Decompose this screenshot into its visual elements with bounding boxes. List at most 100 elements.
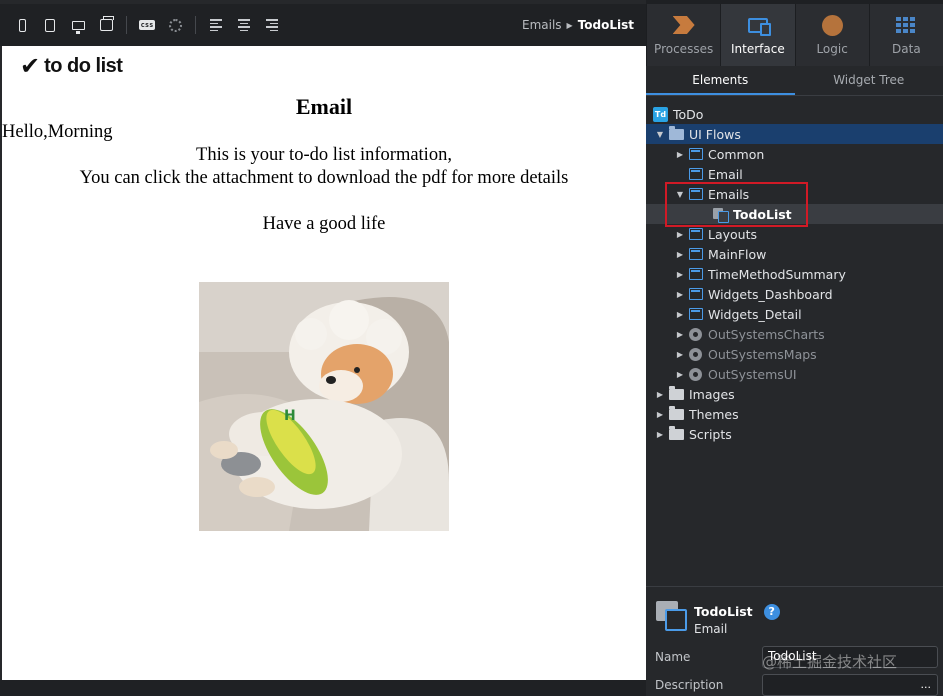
css-icon[interactable]: css	[138, 17, 156, 33]
tree-item-outsystemsui[interactable]: ▶ OutSystemsUI	[646, 364, 943, 384]
tab-label: Data	[892, 42, 921, 56]
tree-label: Widgets_Dashboard	[708, 286, 833, 302]
tree-label: OutSystemsCharts	[708, 326, 825, 342]
tree-item-outsystemsmaps[interactable]: ▶ OutSystemsMaps	[646, 344, 943, 364]
element-tree: Td ToDo ▼ UI Flows ▶ Common Email ▼ Emai…	[646, 104, 943, 444]
toolbar-divider	[195, 16, 196, 34]
tree-item-layouts[interactable]: ▶ Layouts	[646, 224, 943, 244]
caret-right-icon[interactable]: ▶	[655, 430, 665, 439]
description-field[interactable]: ...	[762, 674, 938, 696]
caret-right-icon[interactable]: ▶	[675, 290, 685, 299]
tab-label: Processes	[654, 42, 714, 56]
flow-icon	[689, 188, 703, 200]
tree-label: ToDo	[673, 106, 704, 122]
tree-item-emails[interactable]: ▼ Emails	[646, 184, 943, 204]
tree-item-common[interactable]: ▶ Common	[646, 144, 943, 164]
caret-right-icon[interactable]: ▶	[675, 330, 685, 339]
tree-label: Widgets_Detail	[708, 306, 802, 322]
folder-icon	[669, 425, 684, 440]
gear-icon	[689, 367, 702, 381]
align-left-icon[interactable]	[208, 17, 224, 33]
status-bar	[0, 680, 646, 696]
tablet-preview-icon[interactable]	[42, 17, 58, 33]
caret-right-icon[interactable]: ▶	[675, 150, 685, 159]
interface-icon	[747, 17, 771, 36]
gear-icon	[689, 327, 702, 341]
app-logo: ✔ to do list	[20, 52, 123, 80]
tab-interface[interactable]: Interface	[720, 4, 795, 66]
description-label: Description	[655, 678, 724, 692]
tree-item-mainflow[interactable]: ▶ MainFlow	[646, 244, 943, 264]
tree-item-todolist[interactable]: TodoList	[646, 204, 943, 224]
tree-item-timemethodsummary[interactable]: ▶ TimeMethodSummary	[646, 264, 943, 284]
phone-preview-icon[interactable]	[14, 17, 30, 33]
email-title: Email	[295, 94, 353, 119]
dog-photo[interactable]: H	[199, 282, 449, 531]
toolbar: css Emails ▶ TodoList	[0, 4, 646, 46]
caret-right-icon[interactable]: ▶	[675, 230, 685, 239]
tree-label: Themes	[689, 406, 739, 422]
help-icon[interactable]: ?	[763, 603, 780, 620]
caret-right-icon[interactable]: ▶	[675, 310, 685, 319]
properties-header: TodoList ? Email	[656, 601, 780, 636]
caret-down-icon[interactable]: ▼	[655, 130, 665, 139]
tree-label: MainFlow	[708, 246, 767, 262]
flow-icon	[689, 168, 703, 180]
caret-right-icon[interactable]: ▶	[675, 250, 685, 259]
right-panel: Processes Interface Logic Data Elements …	[646, 4, 943, 696]
folder-icon	[669, 385, 684, 400]
subtab-elements[interactable]: Elements	[646, 66, 795, 95]
caret-right-icon[interactable]: ▶	[655, 410, 665, 419]
tree-item-email[interactable]: Email	[646, 164, 943, 184]
tree-label: Common	[708, 146, 765, 162]
tree-item-images[interactable]: ▶ Images	[646, 384, 943, 404]
align-right-icon[interactable]	[264, 17, 280, 33]
tree-label: UI Flows	[689, 126, 741, 142]
folder-open-icon	[669, 125, 684, 140]
tree-item-outsystemscharts[interactable]: ▶ OutSystemsCharts	[646, 324, 943, 344]
email-preview[interactable]: ✔ to do list Email Hello,Morning This is…	[2, 46, 646, 680]
breadcrumb-parent[interactable]: Emails	[522, 18, 562, 32]
tab-data[interactable]: Data	[868, 4, 943, 66]
checkmark-icon: ✔	[20, 52, 41, 80]
tab-logic[interactable]: Logic	[794, 4, 869, 66]
flow-icon	[689, 148, 703, 160]
body-line-2: You can click the attachment to download…	[79, 168, 569, 188]
greeting-text: Hello,Morning	[2, 122, 113, 142]
data-icon	[896, 17, 917, 33]
body-line-1: This is your to-do list information,	[196, 145, 452, 165]
tree-item-themes[interactable]: ▶ Themes	[646, 404, 943, 424]
multi-window-icon[interactable]	[98, 16, 114, 33]
align-center-icon[interactable]	[236, 17, 252, 33]
caret-right-icon[interactable]: ▶	[675, 350, 685, 359]
tree-label: OutSystemsUI	[708, 366, 797, 382]
body-line-3: Have a good life	[262, 214, 386, 234]
more-options-button[interactable]: ...	[921, 678, 932, 691]
tree-item-todo[interactable]: Td ToDo	[646, 104, 943, 124]
subtab-widget-tree[interactable]: Widget Tree	[795, 66, 943, 95]
caret-right-icon[interactable]: ▶	[675, 370, 685, 379]
desktop-preview-icon[interactable]	[70, 17, 86, 34]
gear-icon	[689, 347, 702, 361]
tree-item-widgets-dashboard[interactable]: ▶ Widgets_Dashboard	[646, 284, 943, 304]
logic-icon	[821, 14, 843, 36]
tree-item-scripts[interactable]: ▶ Scripts	[646, 424, 943, 444]
properties-title: TodoList	[694, 604, 753, 619]
tab-label: Logic	[816, 42, 848, 56]
toolbar-divider	[126, 16, 127, 34]
flow-icon	[689, 228, 703, 240]
module-icon: Td	[653, 106, 668, 122]
caret-right-icon[interactable]: ▶	[675, 270, 685, 279]
corn-letter-glyph: H	[284, 408, 296, 424]
flow-icon	[689, 308, 703, 320]
caret-right-icon[interactable]: ▶	[655, 390, 665, 399]
dog-photo-illustration: H	[199, 282, 449, 531]
caret-down-icon[interactable]: ▼	[675, 190, 685, 199]
screen-icon	[656, 601, 687, 631]
tab-processes[interactable]: Processes	[646, 4, 720, 66]
tree-item-widgets-detail[interactable]: ▶ Widgets_Detail	[646, 304, 943, 324]
tree-item-ui-flows[interactable]: ▼ UI Flows	[646, 124, 943, 144]
breadcrumb-current: TodoList	[577, 18, 634, 32]
tree-label: Email	[708, 166, 743, 182]
processes-icon	[672, 16, 695, 34]
